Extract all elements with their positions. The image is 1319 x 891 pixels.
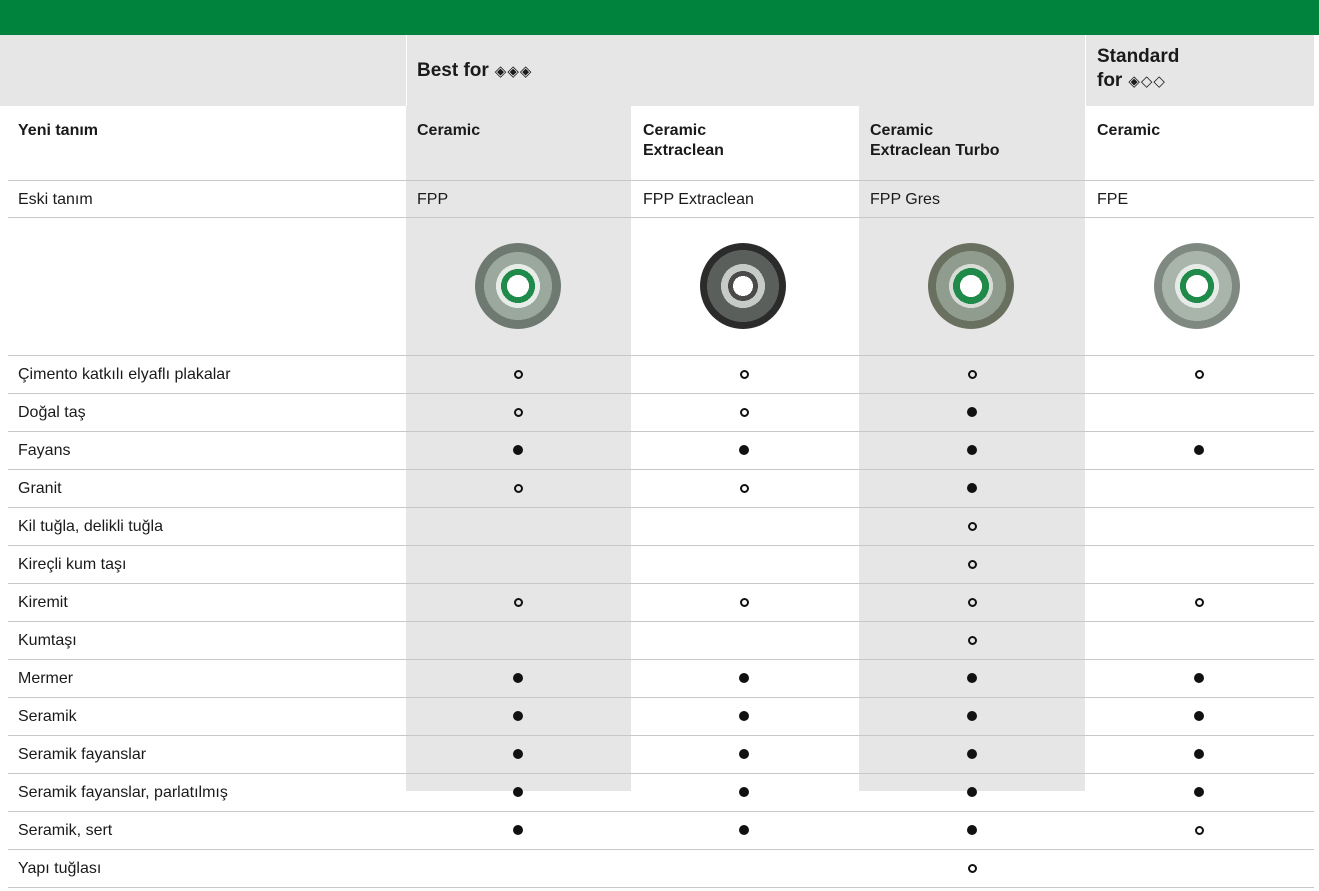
old-name-2: FPP Extraclean bbox=[643, 191, 754, 208]
row-rule bbox=[8, 355, 1314, 356]
suitable-full-dot bbox=[1194, 711, 1204, 721]
old-name-4: FPE bbox=[1097, 191, 1129, 208]
suitable-full-dot bbox=[513, 445, 523, 455]
suitable-partial-dot bbox=[739, 407, 749, 417]
material-name: Kiremit bbox=[18, 594, 68, 611]
suitable-partial-dot bbox=[967, 369, 977, 379]
product-name-1: Ceramic bbox=[417, 122, 481, 139]
top-brand-bar bbox=[0, 0, 1319, 35]
suitable-full-dot bbox=[967, 445, 977, 455]
suitable-partial-dot bbox=[513, 483, 523, 493]
material-name: Kil tuğla, delikli tuğla bbox=[18, 518, 163, 535]
suitable-full-dot bbox=[967, 711, 977, 721]
suitable-full-dot bbox=[739, 673, 749, 683]
material-name: Seramik, sert bbox=[18, 822, 113, 839]
suitable-partial-dot bbox=[1194, 597, 1204, 607]
material-name: Granit bbox=[18, 480, 62, 497]
suitable-partial-dot bbox=[513, 597, 523, 607]
suitable-partial-dot bbox=[739, 597, 749, 607]
header-divider bbox=[406, 35, 407, 106]
suitable-full-dot bbox=[967, 749, 977, 759]
diamond-blade-image bbox=[928, 243, 1014, 329]
suitable-partial-dot bbox=[1194, 369, 1204, 379]
suitable-full-dot bbox=[967, 483, 977, 493]
suitable-full-dot bbox=[513, 711, 523, 721]
row-rule bbox=[8, 217, 1314, 218]
row-rule bbox=[8, 697, 1314, 698]
row-rule bbox=[8, 849, 1314, 850]
suitable-full-dot bbox=[967, 407, 977, 417]
suitable-partial-dot bbox=[967, 521, 977, 531]
material-name: Seramik fayanslar, parlatılmış bbox=[18, 784, 228, 801]
suitable-full-dot bbox=[513, 749, 523, 759]
diamond-rating-icons: ◈◇◇ bbox=[1128, 73, 1166, 90]
suitable-full-dot bbox=[1194, 445, 1204, 455]
suitable-full-dot bbox=[513, 825, 523, 835]
row-rule bbox=[8, 545, 1314, 546]
material-name: Yapı tuğlası bbox=[18, 860, 102, 877]
best-for-header: Best for ◈◈◈ bbox=[417, 59, 1017, 84]
row-rule bbox=[8, 180, 1314, 181]
material-name: Çimento katkılı elyaflı plakalar bbox=[18, 366, 231, 383]
suitable-full-dot bbox=[967, 825, 977, 835]
suitable-partial-dot bbox=[967, 635, 977, 645]
material-name: Mermer bbox=[18, 670, 74, 687]
suitable-full-dot bbox=[1194, 787, 1204, 797]
suitable-full-dot bbox=[739, 711, 749, 721]
suitable-partial-dot bbox=[967, 863, 977, 873]
row-rule bbox=[8, 887, 1314, 888]
row-rule bbox=[8, 393, 1314, 394]
material-name: Fayans bbox=[18, 442, 71, 459]
row-rule bbox=[8, 583, 1314, 584]
eski-tanim-label: Eski tanım bbox=[18, 191, 93, 208]
suitable-partial-dot bbox=[513, 407, 523, 417]
suitable-full-dot bbox=[739, 787, 749, 797]
material-name: Kireçli kum taşı bbox=[18, 556, 127, 573]
diamond-blade-image bbox=[1154, 243, 1240, 329]
row-rule bbox=[8, 735, 1314, 736]
suitable-partial-dot bbox=[967, 559, 977, 569]
row-rule bbox=[8, 469, 1314, 470]
diamond-rating-icons: ◈◈◈ bbox=[494, 63, 533, 80]
suitable-partial-dot bbox=[967, 597, 977, 607]
suitable-partial-dot bbox=[739, 369, 749, 379]
suitable-partial-dot bbox=[739, 483, 749, 493]
suitable-full-dot bbox=[739, 445, 749, 455]
material-name: Seramik fayanslar bbox=[18, 746, 147, 763]
row-rule bbox=[8, 507, 1314, 508]
suitable-full-dot bbox=[1194, 673, 1204, 683]
row-rule bbox=[8, 773, 1314, 774]
product-name-2: Ceramic Extraclean bbox=[643, 122, 724, 159]
suitable-full-dot bbox=[1194, 749, 1204, 759]
best-for-label: Best for bbox=[417, 60, 489, 81]
product-name-4: Ceramic bbox=[1097, 122, 1161, 139]
row-rule bbox=[8, 431, 1314, 432]
suitable-full-dot bbox=[739, 825, 749, 835]
material-name: Seramik bbox=[18, 708, 77, 725]
old-name-1: FPP bbox=[417, 191, 449, 208]
old-name-3: FPP Gres bbox=[870, 191, 940, 208]
standard-for-label: for bbox=[1097, 70, 1123, 91]
row-rule bbox=[8, 811, 1314, 812]
standard-label: Standard bbox=[1097, 46, 1180, 67]
suitable-partial-dot bbox=[1194, 825, 1204, 835]
row-rule bbox=[8, 621, 1314, 622]
standard-for-header: Standard for ◈◇◇ bbox=[1097, 45, 1312, 94]
suitable-full-dot bbox=[967, 673, 977, 683]
suitable-full-dot bbox=[513, 673, 523, 683]
suitable-full-dot bbox=[513, 787, 523, 797]
material-name: Doğal taş bbox=[18, 404, 86, 421]
diamond-blade-image bbox=[700, 243, 786, 329]
suitable-full-dot bbox=[967, 787, 977, 797]
product-name-3: Ceramic Extraclean Turbo bbox=[870, 122, 1000, 159]
row-rule bbox=[8, 659, 1314, 660]
header-divider bbox=[1085, 35, 1086, 106]
yeni-tanim-label: Yeni tanım bbox=[18, 122, 99, 139]
material-name: Kumtaşı bbox=[18, 632, 77, 649]
diamond-blade-image bbox=[475, 243, 561, 329]
suitable-full-dot bbox=[739, 749, 749, 759]
suitable-partial-dot bbox=[513, 369, 523, 379]
